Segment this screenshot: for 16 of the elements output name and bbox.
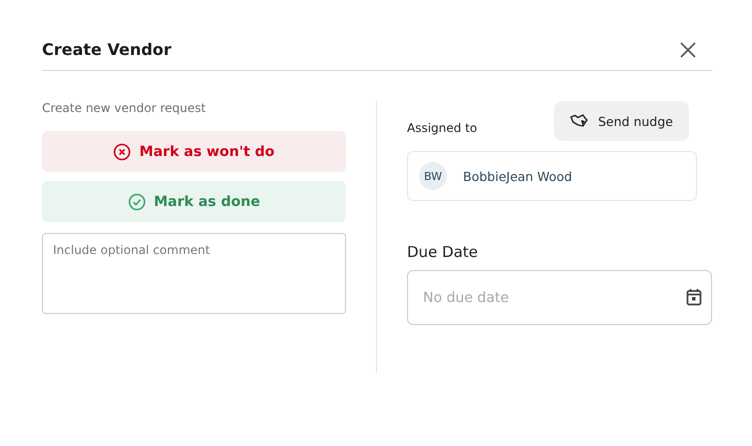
due-date-label: Due Date — [407, 243, 479, 261]
send-nudge-button[interactable]: Send nudge — [554, 101, 689, 141]
comment-field[interactable]: Include optional comment — [42, 233, 346, 314]
check-circle-icon — [128, 192, 146, 210]
subtitle: Create new vendor request — [42, 101, 207, 115]
mark-done-button[interactable]: Mark as done — [42, 181, 346, 222]
dialog-title: Create Vendor — [42, 40, 172, 59]
calendar-icon — [686, 288, 702, 306]
close-icon[interactable] — [680, 42, 696, 58]
mark-wont-do-button[interactable]: Mark as won't do — [42, 131, 346, 172]
assigned-label: Assigned to — [407, 121, 478, 137]
assignee-name: BobbieJean Wood — [463, 168, 572, 184]
avatar-initials: BW — [419, 162, 447, 190]
due-date-field[interactable]: No due date — [407, 270, 712, 325]
assignee-card[interactable]: BW BobbieJean Wood — [407, 151, 697, 201]
cross-circle-icon — [113, 142, 132, 160]
